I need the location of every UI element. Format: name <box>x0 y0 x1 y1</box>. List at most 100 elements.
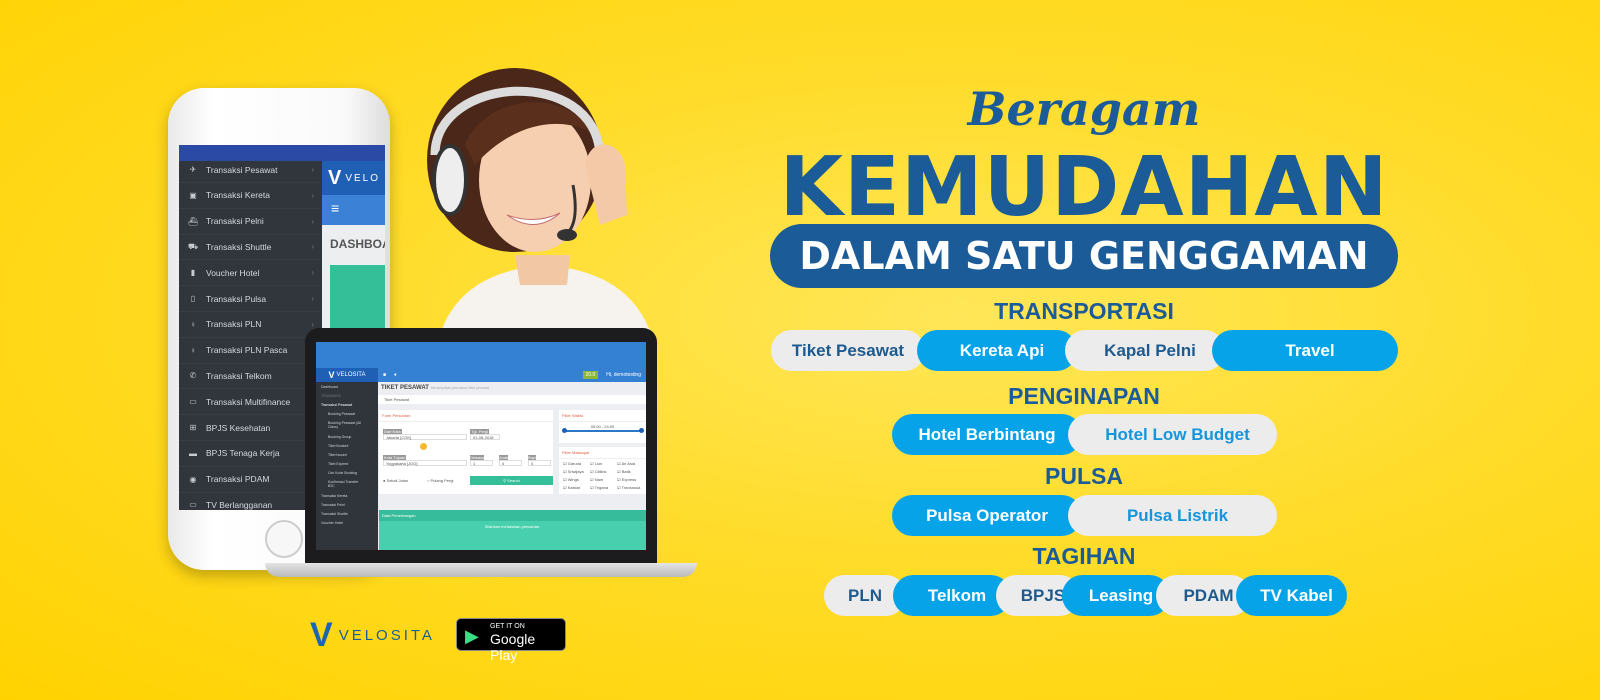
service-pill[interactable]: Leasing <box>1062 575 1170 616</box>
chevron-right-icon: › <box>311 165 314 174</box>
service-pill[interactable]: Travel <box>1212 330 1398 371</box>
service-pill[interactable]: Pulsa Operator <box>892 495 1082 536</box>
airline-checkbox[interactable]: ☑ Lion <box>590 461 615 466</box>
phone-menu-label: TV Berlangganan <box>206 499 273 510</box>
slider-handle-start[interactable] <box>562 428 567 433</box>
time-filter-title: Filter Waktu <box>559 410 646 422</box>
phone-dashboard-title: DASHBOA <box>330 237 385 251</box>
headline-main: KEMUDAHAN <box>779 140 1389 235</box>
home-button <box>265 520 303 558</box>
section-title: PENGINAPAN <box>1008 383 1160 409</box>
phone-menu-item[interactable]: ▯ Transaksi Pulsa › <box>179 286 322 312</box>
briefcase-icon: ▬ <box>189 448 197 458</box>
menu-icon[interactable]: ■ <box>383 372 386 378</box>
results-title: Data Penerbangan <box>379 510 646 521</box>
laptop-sidebar-item[interactable]: Booking Group <box>316 432 378 441</box>
airline-checkbox[interactable]: ☑ Express <box>617 477 642 482</box>
airline-checkbox[interactable]: ☑ Transnusa <box>617 485 642 490</box>
laptop-sidebar-item[interactable]: Voucher Hotel <box>316 519 378 528</box>
headline-banner: DALAM SATU GENGGAMAN <box>770 224 1398 288</box>
service-pill[interactable]: Telkom <box>893 575 1011 616</box>
phone-menu-label: Transaksi Pulsa <box>206 293 267 304</box>
slider-handle-end[interactable] <box>639 428 644 433</box>
airline-checkbox[interactable]: ☑ Sriwijaya <box>563 469 588 474</box>
hamburger-icon[interactable]: ≡ <box>322 195 385 225</box>
bell-icon[interactable]: ♦ <box>394 372 397 378</box>
service-pill[interactable]: Hotel Low Budget <box>1068 414 1277 455</box>
swap-icon[interactable] <box>420 443 427 450</box>
adult-select[interactable]: 1 <box>470 460 493 466</box>
phone-menu-item[interactable]: ✈ Transaksi Pesawat › <box>179 157 322 183</box>
phone-menu-label: Transaksi PLN Pasca <box>206 345 288 356</box>
phone-menu-item[interactable]: ▬BPJS Tenaga Kerja› <box>179 441 322 467</box>
service-pill[interactable]: Kereta Api <box>917 330 1077 371</box>
card-icon: ▭ <box>189 397 197 407</box>
phone-menu-item[interactable]: ◉Transaksi PDAM› <box>179 467 322 493</box>
user-menu[interactable]: Hi, demotesting <box>606 372 641 378</box>
laptop-sidebar-item[interactable]: Transaksi Shuttle <box>316 509 378 518</box>
service-pill[interactable]: Tiket Pesawat <box>771 330 925 371</box>
phone-menu-label: Transaksi PLN <box>206 319 262 330</box>
search-button[interactable]: ⚲ Search <box>470 476 553 485</box>
laptop-sidebar-item[interactable]: Booking Pesawat (All Class) <box>316 419 378 432</box>
service-pill[interactable]: Kapal Pelni <box>1065 330 1225 371</box>
phone-menu-label: Voucher Hotel <box>206 267 260 278</box>
phone-menu-label: Transaksi Pelni <box>206 216 264 227</box>
phone-menu-item[interactable]: ▭TV Berlangganan› <box>179 492 322 510</box>
child-select[interactable]: 0 <box>499 460 522 466</box>
section-title: PULSA <box>1045 463 1123 489</box>
laptop-sidebar-item[interactable]: Transaksi Kereta <box>316 491 378 500</box>
laptop-sidebar-item[interactable]: Tiket Booked <box>316 441 378 450</box>
laptop-sidebar-item[interactable]: Tiket Expired <box>316 460 378 469</box>
airline-checkbox[interactable]: ☑ Citilink <box>590 469 615 474</box>
laptop-sidebar-item[interactable]: Transaksi Pesawat <box>316 400 378 409</box>
infant-select[interactable]: 0 <box>528 460 551 466</box>
phone-menu-item[interactable]: ⛟ Transaksi Shuttle › <box>179 234 322 261</box>
airline-checkbox[interactable]: ☑ Wings <box>563 477 588 482</box>
roundtrip-radio[interactable]: ○ Pulang Pergi <box>427 478 453 483</box>
laptop-sidebar-item[interactable]: Dashboard <box>316 382 378 391</box>
airline-checkbox[interactable]: ☑ Air Asia <box>617 461 642 466</box>
service-pill[interactable]: Pulsa Listrik <box>1068 495 1277 536</box>
phone-menu-item[interactable]: ♀ Transaksi PLN › <box>179 312 322 338</box>
phone-menu-item[interactable]: ♀Transaksi PLN Pasca› <box>179 338 322 364</box>
airline-checkbox[interactable]: ☑ Garuda <box>563 461 588 466</box>
phone-menu-item[interactable]: ▮ Voucher Hotel › <box>179 260 322 287</box>
time-range: 00:00 - 24:00 <box>590 424 615 429</box>
airline-checkbox[interactable]: ☑ Batik <box>617 469 642 474</box>
phone-menu-label: Transaksi Multifinance <box>206 396 291 407</box>
laptop-sidebar-item[interactable]: Tiket Issued <box>316 450 378 459</box>
airline-checkbox[interactable]: ☑ Nam <box>590 477 615 482</box>
phone-menu-item[interactable]: ▣ Transaksi Kereta › <box>179 183 322 209</box>
tv-icon: ▭ <box>189 500 197 510</box>
laptop-base <box>265 563 697 577</box>
google-play-badge[interactable]: ▶ GET IT ON Google Play <box>456 618 566 663</box>
phone-menu-label: BPJS Tenaga Kerja <box>206 448 280 459</box>
phone-menu-item[interactable]: ⊞BPJS Kesehatan› <box>179 415 322 441</box>
laptop-sidebar-item[interactable]: Transaksi Pelni <box>316 500 378 509</box>
to-select[interactable]: Yogyakarta [JOG] <box>383 460 467 466</box>
phone-menu-item[interactable]: ✆Transaksi Telkom› <box>179 363 322 390</box>
phone-menu-label: Transaksi PDAM <box>206 474 270 485</box>
time-filter-panel: Filter Waktu 00:00 - 24:00 <box>559 410 646 443</box>
phone-menu-item[interactable]: ▭Transaksi Multifinance› <box>179 389 322 416</box>
from-select[interactable]: Jakarta [CGK] <box>383 434 467 440</box>
date-input[interactable]: 01-08-2018 <box>470 434 500 440</box>
oneway-radio[interactable]: ● Sekali Jalan <box>383 478 408 483</box>
mobile-icon: ▯ <box>190 294 196 303</box>
car-icon: ⛟ <box>187 241 199 251</box>
laptop-sidebar-item[interactable]: Cek Kode Booking <box>316 469 378 478</box>
laptop-sidebar-item[interactable]: Konfirmasi Transfer B2C <box>316 478 378 491</box>
chevron-right-icon: › <box>311 294 314 303</box>
service-pill[interactable]: TV Kabel <box>1236 575 1347 616</box>
laptop-sidebar-item[interactable]: Booking Pesawat <box>316 410 378 419</box>
time-slider[interactable] <box>563 430 643 432</box>
airline-checkbox[interactable]: ☑ Trigana <box>590 485 615 490</box>
phone-menu-item[interactable]: ⛴ Transaksi Pelni › <box>179 209 322 235</box>
laptop-page-title: TIKET PESAWAT Menampilkan pencarian tike… <box>381 385 490 391</box>
phone-icon: ✆ <box>189 371 197 381</box>
service-pill[interactable]: Hotel Berbintang <box>892 414 1082 455</box>
form-title: Form Pencarian <box>379 410 553 422</box>
store-big-text: Google Play <box>490 631 536 663</box>
airline-checkbox[interactable]: ☑ Kalstar <box>563 485 588 490</box>
